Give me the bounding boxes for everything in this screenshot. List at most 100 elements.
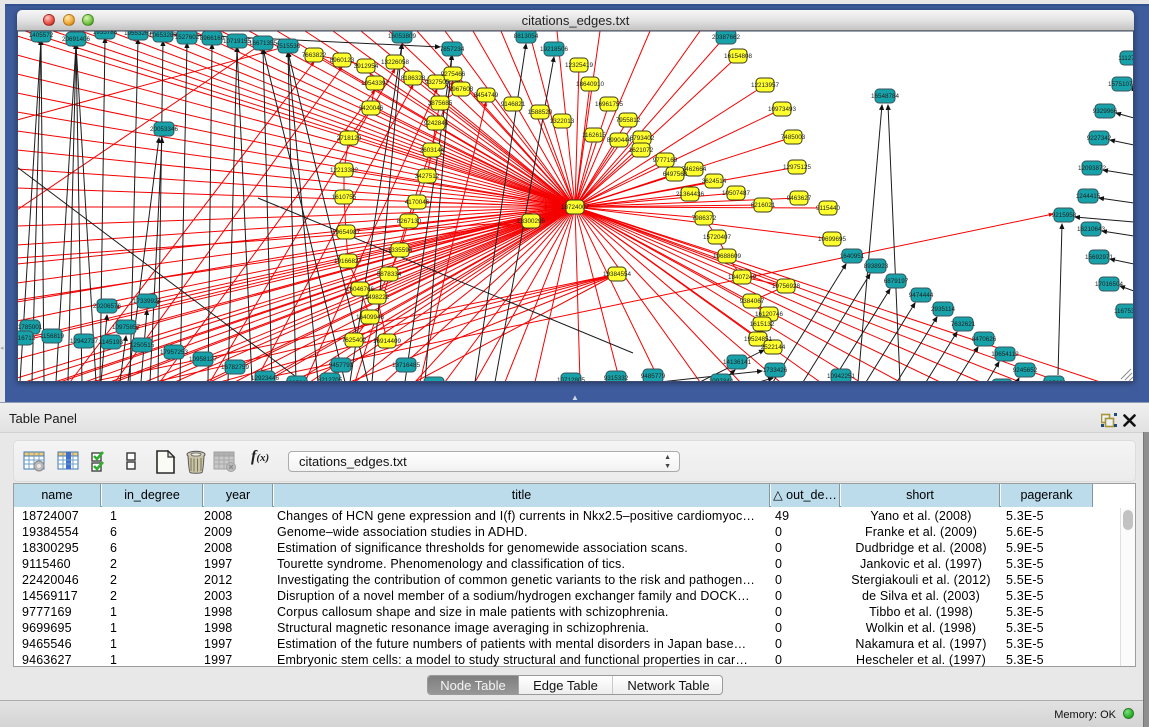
svg-text:1610755: 1610755: [332, 194, 357, 201]
svg-text:9227342: 9227342: [1087, 135, 1112, 142]
svg-text:1145193: 1145193: [99, 339, 124, 346]
svg-text:8938923: 8938923: [864, 263, 889, 270]
svg-text:8966160: 8966160: [200, 35, 225, 42]
svg-text:10654112: 10654112: [991, 351, 1019, 358]
svg-text:7462664: 7462664: [682, 166, 707, 173]
svg-text:3875685: 3875685: [428, 100, 453, 107]
svg-text:7625402: 7625402: [342, 337, 367, 344]
svg-text:12325419: 12325419: [565, 62, 594, 69]
svg-text:4170046: 4170046: [405, 199, 430, 206]
svg-text:6793402: 6793402: [630, 135, 655, 142]
svg-text:18407249: 18407249: [728, 274, 757, 281]
svg-text:1621072: 1621072: [629, 147, 654, 154]
svg-text:1244415: 1244415: [1076, 193, 1101, 200]
svg-text:16210643: 16210643: [1077, 226, 1106, 233]
svg-text:18724007: 18724007: [561, 204, 590, 211]
svg-text:16154808: 16154808: [724, 53, 753, 60]
svg-text:20691406: 20691406: [62, 36, 91, 43]
svg-text:8960123: 8960123: [330, 57, 355, 64]
svg-text:16548784: 16548784: [871, 93, 900, 100]
svg-text:12213957: 12213957: [751, 82, 780, 89]
svg-text:21364436: 21364436: [676, 191, 705, 198]
svg-text:1156819: 1156819: [40, 333, 65, 340]
svg-text:15720407: 15720407: [703, 234, 732, 241]
svg-text:10543392: 10543392: [361, 80, 390, 87]
svg-text:1733426: 1733426: [763, 367, 788, 374]
svg-text:8470626: 8470626: [972, 336, 997, 343]
svg-text:18640910: 18640910: [576, 81, 605, 88]
svg-text:19524851: 19524851: [744, 336, 773, 343]
svg-text:1955788: 1955788: [93, 31, 118, 36]
svg-text:17957253: 17957253: [160, 349, 189, 356]
svg-text:16782759: 16782759: [221, 364, 250, 371]
svg-text:2967608: 2967608: [449, 86, 474, 93]
svg-text:9457791: 9457791: [329, 362, 354, 369]
svg-text:16053809: 16053809: [388, 33, 417, 40]
svg-text:12923446: 12923446: [251, 375, 280, 382]
svg-text:1112733: 1112733: [1118, 55, 1134, 62]
svg-text:12942737: 12942737: [70, 338, 99, 345]
svg-text:19166827: 19166827: [334, 258, 363, 265]
svg-text:7955812: 7955812: [616, 117, 641, 124]
svg-text:9146821: 9146821: [501, 101, 526, 108]
svg-text:9485779: 9485779: [641, 373, 666, 380]
svg-text:10688609: 10688609: [713, 253, 742, 260]
svg-text:20053346: 20053346: [150, 126, 179, 133]
svg-text:9463627: 9463627: [787, 195, 812, 202]
svg-text:17339924: 17339924: [133, 298, 162, 305]
svg-text:1527602: 1527602: [175, 34, 200, 41]
svg-text:12975125: 12975125: [783, 164, 812, 171]
svg-text:8990444: 8990444: [607, 137, 632, 144]
svg-text:9777169: 9777169: [653, 157, 678, 164]
svg-text:1250515: 1250515: [130, 342, 155, 349]
svg-text:16046766: 16046766: [346, 286, 375, 293]
svg-text:9474444: 9474444: [909, 292, 934, 299]
svg-text:10975857: 10975857: [112, 324, 141, 331]
svg-text:10653287: 10653287: [149, 32, 178, 39]
svg-text:1322013: 1322013: [550, 118, 575, 125]
svg-text:9329966: 9329966: [1093, 108, 1118, 115]
svg-text:7515536: 7515536: [276, 43, 301, 50]
svg-text:3912954: 3912954: [354, 63, 379, 70]
svg-text:14136141: 14136141: [723, 359, 752, 366]
svg-text:1640951: 1640951: [840, 253, 865, 260]
svg-text:13226058: 13226058: [381, 59, 410, 66]
svg-text:16961755: 16961755: [595, 101, 624, 108]
svg-text:8813054: 8813054: [514, 33, 539, 40]
svg-text:9384067: 9384067: [740, 298, 765, 305]
svg-text:20387662: 20387662: [712, 34, 741, 41]
svg-text:12093872: 12093872: [1078, 165, 1107, 172]
svg-text:15692971: 15692971: [1085, 254, 1114, 261]
svg-text:7857234: 7857234: [440, 46, 465, 53]
svg-text:9275466: 9275466: [441, 71, 466, 78]
svg-text:5878334: 5878334: [377, 271, 402, 278]
svg-text:16120746: 16120746: [755, 311, 784, 318]
svg-text:19218506: 19218506: [540, 46, 569, 53]
svg-text:8186328: 8186328: [401, 75, 426, 82]
svg-text:7986372: 7986372: [692, 215, 717, 222]
svg-text:6216021: 6216021: [751, 202, 776, 209]
svg-text:9327505: 9327505: [425, 79, 450, 86]
svg-text:1162615: 1162615: [582, 132, 607, 139]
svg-text:10958127: 10958127: [189, 356, 218, 363]
svg-text:1615132: 1615132: [750, 321, 775, 328]
svg-text:2718129: 2718129: [337, 135, 362, 142]
svg-text:19756928: 19756928: [772, 283, 801, 290]
svg-text:9245652: 9245652: [1013, 367, 1038, 374]
svg-text:10719155: 10719155: [223, 38, 252, 45]
svg-text:3916712: 3916712: [17, 335, 36, 342]
svg-text:18300295: 18300295: [517, 218, 546, 225]
svg-text:19654987: 19654987: [332, 229, 361, 236]
svg-text:8267130: 8267130: [397, 218, 422, 225]
svg-text:1498222: 1498222: [365, 294, 390, 301]
svg-text:16409948: 16409948: [356, 314, 385, 321]
svg-text:8454749: 8454749: [474, 92, 499, 99]
svg-text:13716485: 13716485: [392, 362, 421, 369]
svg-text:16914409: 16914409: [373, 338, 402, 345]
svg-text:1785001: 1785001: [18, 324, 43, 331]
svg-text:15751074: 15751074: [1108, 81, 1134, 88]
svg-text:1335594: 1335594: [388, 247, 413, 254]
svg-text:10973493: 10973493: [768, 106, 797, 113]
svg-text:20206576: 20206576: [93, 303, 122, 310]
svg-text:9242845: 9242845: [424, 120, 449, 127]
